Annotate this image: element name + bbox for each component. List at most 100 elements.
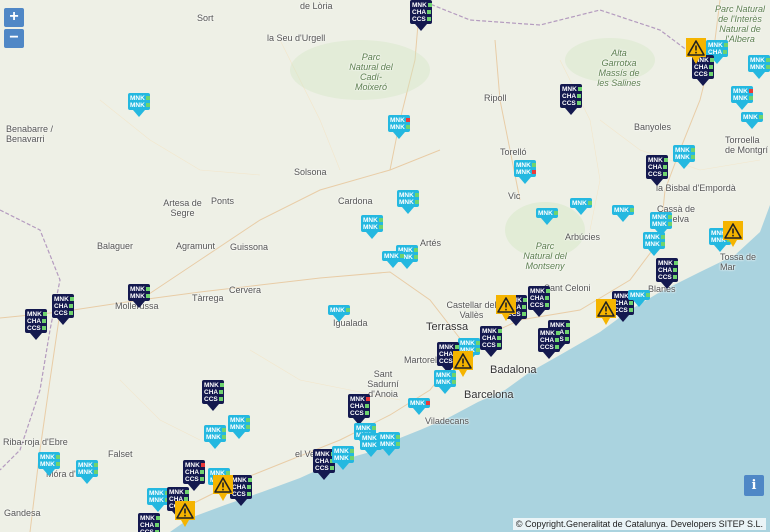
connector-label: MNK [54,296,69,303]
charger-marker[interactable]: MNKMNK [731,86,753,110]
charger-marker[interactable]: MNKMNK [673,145,695,169]
status-square-icon [155,523,160,528]
connector-row: MNK [399,199,419,206]
charger-marker[interactable]: MNKMNK [38,452,60,476]
charger-marker[interactable]: MNKMNK [332,446,354,470]
connector-label: MNK [675,147,690,154]
connector-row: MNK [384,253,404,260]
status-square-icon [564,337,569,342]
marker-body: MNK [741,112,763,122]
status-square-icon [427,3,432,8]
charger-marker[interactable]: MNK [382,251,404,268]
connector-row: MNK [40,461,60,468]
charger-marker[interactable]: MNK [612,205,634,222]
connector-row: MNK [27,311,47,318]
status-square-icon [221,428,226,433]
charger-marker[interactable]: MNKCHACCS [538,328,560,359]
warning-marker-icon[interactable] [495,294,517,322]
connector-label: MNK [412,2,427,9]
connector-label: MNK [530,288,545,295]
zoom-in-button[interactable]: + [4,8,24,27]
charger-marker[interactable]: MNKMNK [378,432,400,456]
charger-marker[interactable]: MNKMNK [128,93,150,117]
marker-pointer-icon [188,484,200,491]
charger-marker[interactable]: MNKCHACCS [410,0,432,31]
warning-marker-icon[interactable] [452,350,474,378]
charger-marker[interactable]: MNKCHACCS [656,258,678,289]
connector-row: CHA [412,9,432,16]
charger-marker[interactable]: MNKCHACCS [138,513,160,532]
status-square-icon [219,390,224,395]
charger-marker[interactable]: MNK [570,198,592,215]
zoom-out-button[interactable]: − [4,29,24,48]
status-square-icon [405,125,410,130]
status-square-icon [55,455,60,460]
connector-label: MNK [380,434,395,441]
charger-marker[interactable]: MNKMNK [204,425,226,449]
connector-label: MNK [185,462,200,469]
connector-row: MNK [516,169,536,176]
connector-label: MNK [149,497,164,504]
status-square-icon [451,380,456,385]
status-square-icon [93,470,98,475]
connector-row: CHA [530,295,550,302]
charger-marker[interactable]: MNK [536,208,558,225]
map-canvas[interactable]: de Lòria Sort la Seu d'Urgell Parc Natur… [0,0,770,532]
warning-marker-icon[interactable] [722,220,744,248]
charger-marker[interactable]: MNK [628,290,650,307]
warning-marker-icon[interactable] [212,474,234,502]
connector-row: CHA [648,164,668,171]
marker-pointer-icon [485,350,497,357]
connector-row: MNK [652,214,672,221]
charger-marker[interactable]: MNKCHACCS [348,394,370,425]
connector-label: MNK [334,455,349,462]
connector-row: CHA [482,335,502,342]
charger-marker[interactable]: MNKCHACCS [52,294,74,325]
connector-row: MNK [380,441,400,448]
status-square-icon [522,298,527,303]
connector-label: MNK [645,241,660,248]
charger-marker[interactable]: MNKMNK [397,190,419,214]
connector-label: MNK [538,210,553,217]
charger-marker[interactable]: MNKMNK [228,415,250,439]
connector-row: MNK [390,124,410,131]
charger-marker[interactable]: MNKMNK [388,115,410,139]
connector-row: MNK [230,417,250,424]
charger-marker[interactable]: MNKMNK [514,160,536,184]
charger-marker[interactable]: MNKCHACCS [560,84,582,115]
charger-marker[interactable]: MNKMNK [128,284,150,308]
warning-marker-icon[interactable] [685,37,707,65]
charger-marker[interactable]: MNKCHACCS [528,286,550,317]
connector-label: MNK [516,162,531,169]
charger-marker[interactable]: MNKMNK [361,215,383,239]
status-square-icon [673,261,678,266]
charger-marker[interactable]: MNKMNK [643,232,665,256]
marker-body: MNK [408,398,430,408]
info-button[interactable]: i [744,475,764,496]
charger-marker[interactable]: MNK [741,112,763,129]
status-square-icon [41,326,46,331]
connector-label: CHA [482,335,497,342]
charger-marker[interactable]: MNKMNK [748,55,770,79]
place-label: Guissona [230,242,269,252]
status-square-icon [723,43,728,48]
warning-marker-icon[interactable] [595,298,617,326]
charger-marker[interactable]: MNKCHACCS [646,155,668,186]
charger-marker[interactable]: MNKCHACCS [480,326,502,357]
charger-marker[interactable]: MNKCHACCS [25,309,47,340]
marker-pointer-icon [233,432,245,439]
status-square-icon [629,208,634,213]
connector-row: MNK [540,330,560,337]
charger-marker[interactable]: MNKMNK [147,488,169,512]
connector-label: CHA [658,267,673,274]
connector-label: CHA [232,484,247,491]
status-square-icon [371,426,376,431]
status-square-icon [454,345,459,350]
charger-marker[interactable]: MNK [408,398,430,415]
warning-marker-icon[interactable] [174,500,196,528]
marker-body: MNKCHACCS [560,84,582,108]
charger-marker[interactable]: MNKCHACCS [202,380,224,411]
connector-label: MNK [204,382,219,389]
charger-marker[interactable]: MNK [328,305,350,322]
charger-marker[interactable]: MNKMNK [76,460,98,484]
